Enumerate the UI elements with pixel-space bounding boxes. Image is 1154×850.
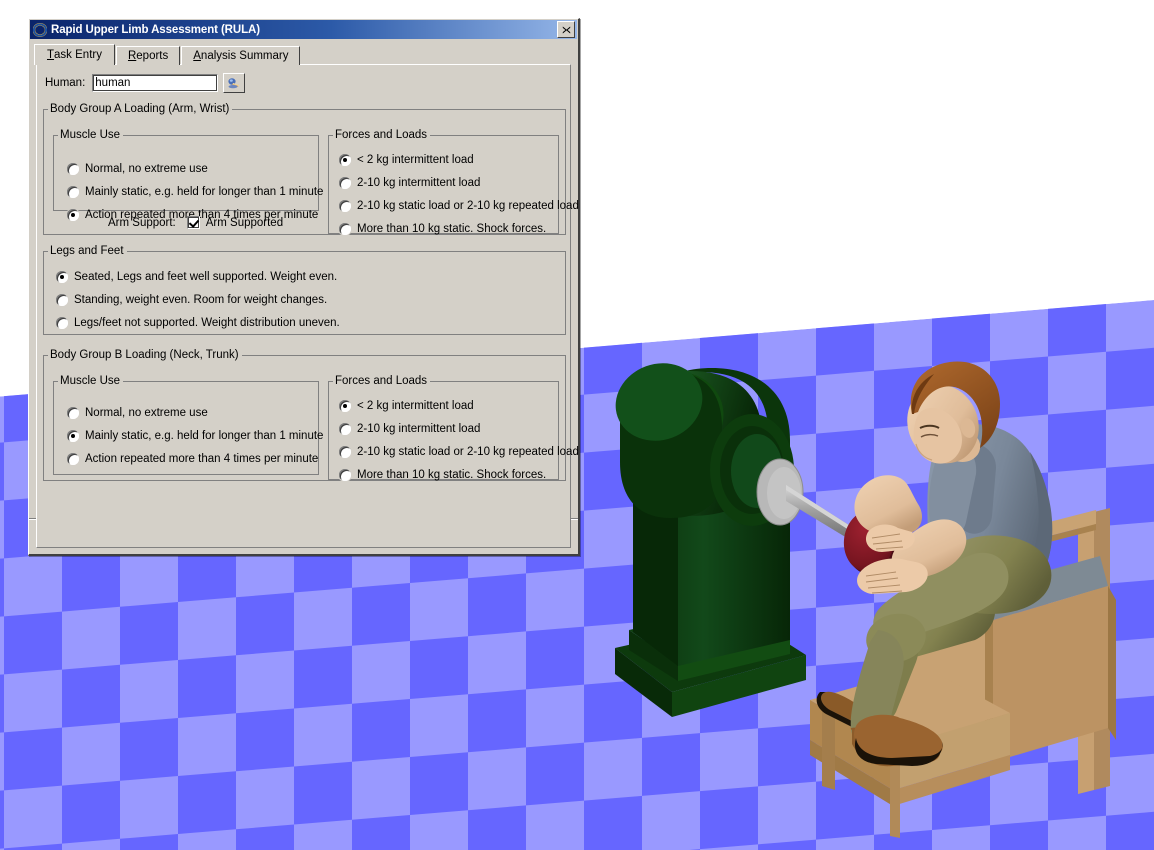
group-b-muscle-option-static[interactable]: Mainly static, e.g. held for longer than… — [67, 430, 323, 442]
tab-reports[interactable]: Reports — [115, 46, 181, 65]
radio-icon[interactable] — [67, 430, 79, 442]
tab-task-entry-label: ask Entry — [54, 49, 102, 61]
group-a-muscle-use-legend: Muscle Use — [58, 129, 124, 141]
dialog-titlebar[interactable]: Rapid Upper Limb Assessment (RULA) — [30, 20, 577, 39]
tab-task-entry[interactable]: Task Entry — [34, 44, 115, 65]
option-label: 2-10 kg static load or 2-10 kg repeated … — [357, 200, 579, 212]
tab-analysis-summary-label: nalysis Summary — [200, 50, 289, 62]
group-a-muscle-option-static[interactable]: Mainly static, e.g. held for longer than… — [67, 186, 323, 198]
human-label: Human: — [45, 77, 86, 89]
radio-icon[interactable] — [56, 271, 68, 283]
human-row: Human: — [45, 73, 246, 93]
radio-icon[interactable] — [339, 446, 351, 458]
option-label: 2-10 kg intermittent load — [357, 177, 481, 189]
radio-icon[interactable] — [339, 223, 351, 235]
group-b-muscle-option-repeated[interactable]: Action repeated more than 4 times per mi… — [67, 453, 318, 465]
group-b-muscle-option-normal[interactable]: Normal, no extreme use — [67, 407, 208, 419]
option-label: < 2 kg intermittent load — [357, 400, 474, 412]
dialog-title: Rapid Upper Limb Assessment (RULA) — [51, 23, 260, 36]
radio-icon[interactable] — [67, 209, 79, 221]
tab-task-entry-mnemonic: T — [47, 49, 55, 61]
rula-dialog-window[interactable]: Rapid Upper Limb Assessment (RULA) Task … — [28, 18, 580, 556]
radio-icon[interactable] — [67, 186, 79, 198]
pick-object-icon[interactable] — [223, 73, 246, 93]
radio-icon[interactable] — [339, 469, 351, 481]
arm-support-label: Arm Support: — [108, 216, 176, 229]
radio-icon[interactable] — [56, 294, 68, 306]
close-icon[interactable] — [557, 21, 575, 38]
option-label: Normal, no extreme use — [85, 163, 208, 175]
pick-object-glyph — [228, 78, 240, 89]
tab-reports-mnemonic: R — [127, 50, 137, 62]
radio-icon[interactable] — [339, 177, 351, 189]
option-label: More than 10 kg static. Shock forces. — [357, 223, 547, 235]
group-a-forces-legend: Forces and Loads — [333, 129, 431, 141]
tab-analysis-summary-mnemonic: A — [193, 50, 201, 62]
arm-support-row: Arm Support: Arm Supported — [108, 216, 283, 229]
option-label: Standing, weight even. Room for weight c… — [74, 294, 328, 306]
group-a-force-option-gt10-shock[interactable]: More than 10 kg static. Shock forces. — [339, 223, 546, 235]
radio-icon[interactable] — [67, 163, 79, 175]
legs-option-seated[interactable]: Seated, Legs and feet well supported. We… — [56, 271, 337, 283]
legs-option-unsupported[interactable]: Legs/feet not supported. Weight distribu… — [56, 317, 340, 329]
group-a-muscle-option-normal[interactable]: Normal, no extreme use — [67, 163, 208, 175]
radio-icon[interactable] — [339, 423, 351, 435]
group-b-fieldset: Body Group B Loading (Neck, Trunk) Muscl… — [43, 349, 579, 481]
group-b-force-option-lt2[interactable]: < 2 kg intermittent load — [339, 400, 474, 412]
option-label: Normal, no extreme use — [85, 407, 208, 419]
option-label: < 2 kg intermittent load — [357, 154, 474, 166]
radio-icon[interactable] — [67, 453, 79, 465]
group-a-muscle-use-fieldset: Muscle Use Normal, no extreme use Mainly… — [53, 129, 323, 221]
group-b-force-option-gt10-shock[interactable]: More than 10 kg static. Shock forces. — [339, 469, 546, 481]
task-entry-panel: Human: Body Group A Loading (Arm, Wrist)… — [36, 64, 579, 548]
group-b-force-option-2to10-intermittent[interactable]: 2-10 kg intermittent load — [339, 423, 480, 435]
arm-supported-checkbox[interactable] — [186, 216, 200, 229]
group-b-forces-legend: Forces and Loads — [333, 375, 431, 387]
group-a-fieldset: Body Group A Loading (Arm, Wrist) Muscle… — [43, 103, 579, 235]
option-label: Legs/feet not supported. Weight distribu… — [74, 317, 340, 329]
group-a-force-option-lt2[interactable]: < 2 kg intermittent load — [339, 154, 474, 166]
radio-icon[interactable] — [339, 154, 351, 166]
ellipse-ring-icon — [33, 22, 47, 37]
human-input[interactable] — [92, 74, 219, 92]
close-glyph — [562, 26, 570, 33]
group-a-forces-fieldset: Forces and Loads < 2 kg intermittent loa… — [328, 129, 579, 235]
group-b-muscle-use-legend: Muscle Use — [58, 375, 124, 387]
option-label: Seated, Legs and feet well supported. We… — [74, 271, 338, 283]
option-label: Action repeated more than 4 times per mi… — [85, 453, 319, 465]
option-label: Mainly static, e.g. held for longer than… — [85, 430, 324, 442]
group-a-legend: Body Group A Loading (Arm, Wrist) — [48, 103, 233, 115]
tab-reports-label: eports — [136, 50, 169, 62]
option-label: Mainly static, e.g. held for longer than… — [85, 186, 324, 198]
group-a-force-option-2to10-static[interactable]: 2-10 kg static load or 2-10 kg repeated … — [339, 200, 579, 212]
group-b-muscle-use-fieldset: Muscle Use Normal, no extreme use Mainly… — [53, 375, 323, 475]
group-a-force-option-2to10-intermittent[interactable]: 2-10 kg intermittent load — [339, 177, 480, 189]
legs-option-standing[interactable]: Standing, weight even. Room for weight c… — [56, 294, 327, 306]
group-b-forces-fieldset: Forces and Loads < 2 kg intermittent loa… — [328, 375, 579, 481]
legs-and-feet-legend: Legs and Feet — [48, 245, 127, 257]
radio-icon[interactable] — [67, 407, 79, 419]
radio-icon[interactable] — [339, 200, 351, 212]
tab-analysis-summary[interactable]: Analysis Summary — [181, 46, 301, 65]
option-label: 2-10 kg static load or 2-10 kg repeated … — [357, 446, 579, 458]
radio-icon[interactable] — [56, 317, 68, 329]
arm-supported-label: Arm Supported — [205, 216, 284, 229]
legs-and-feet-fieldset: Legs and Feet Seated, Legs and feet well… — [43, 245, 566, 335]
group-b-legend: Body Group B Loading (Neck, Trunk) — [48, 349, 242, 361]
tab-bar[interactable]: Task Entry Reports Analysis Summary — [34, 44, 578, 65]
option-label: 2-10 kg intermittent load — [357, 423, 481, 435]
group-b-force-option-2to10-static[interactable]: 2-10 kg static load or 2-10 kg repeated … — [339, 446, 579, 458]
option-label: More than 10 kg static. Shock forces. — [357, 469, 547, 481]
radio-icon[interactable] — [339, 400, 351, 412]
